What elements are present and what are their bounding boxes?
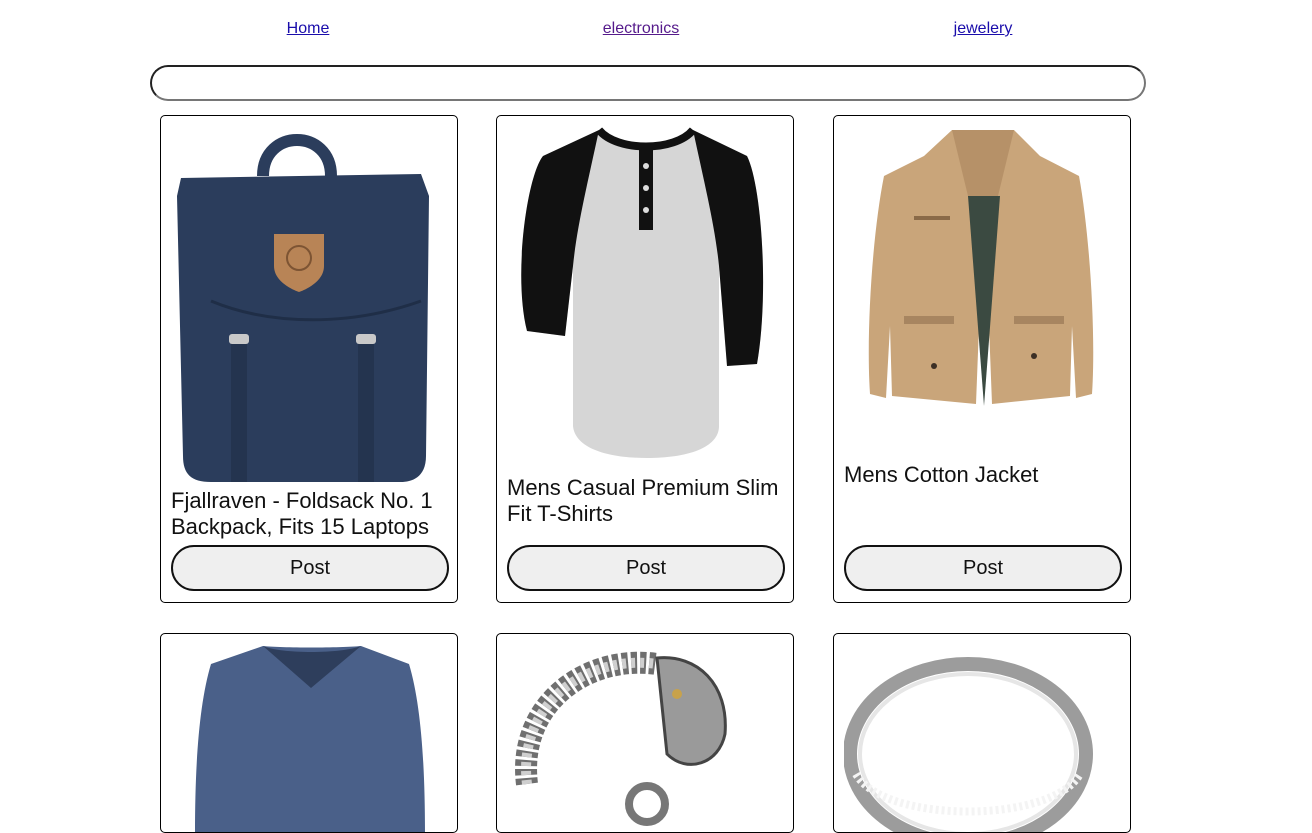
product-card [160, 633, 458, 833]
post-button[interactable]: Post [844, 545, 1122, 591]
product-title: Mens Cotton Jacket [844, 462, 1039, 487]
product-card: Mens Casual Premium Slim Fit T-Shirts Po… [496, 115, 794, 603]
post-button[interactable]: Post [507, 545, 785, 591]
nav-link-electronics[interactable]: electronics [603, 20, 679, 38]
nav-link-jewelery[interactable]: jewelery [954, 20, 1013, 38]
top-nav: Home electronics jewelery [0, 20, 1312, 42]
product-card: Mens Cotton Jacket Post [833, 115, 1131, 603]
product-card: Fjallraven - Foldsack No. 1 Backpack, Fi… [160, 115, 458, 603]
product-card [833, 633, 1131, 833]
post-button[interactable]: Post [171, 545, 449, 591]
bracelet-image [515, 651, 727, 826]
search-input[interactable] [150, 65, 1146, 101]
jacket-image [868, 130, 1094, 406]
backpack-image [177, 134, 429, 482]
nav-link-home[interactable]: Home [287, 20, 330, 38]
ring-image [844, 657, 1093, 832]
vneck-shirt-image [195, 646, 425, 832]
product-title: Fjallraven - Foldsack No. 1 Backpack, Fi… [171, 488, 433, 539]
product-card [496, 633, 794, 833]
tshirt-image [521, 127, 764, 458]
product-title: Mens Casual Premium Slim Fit T-Shirts [507, 475, 779, 526]
